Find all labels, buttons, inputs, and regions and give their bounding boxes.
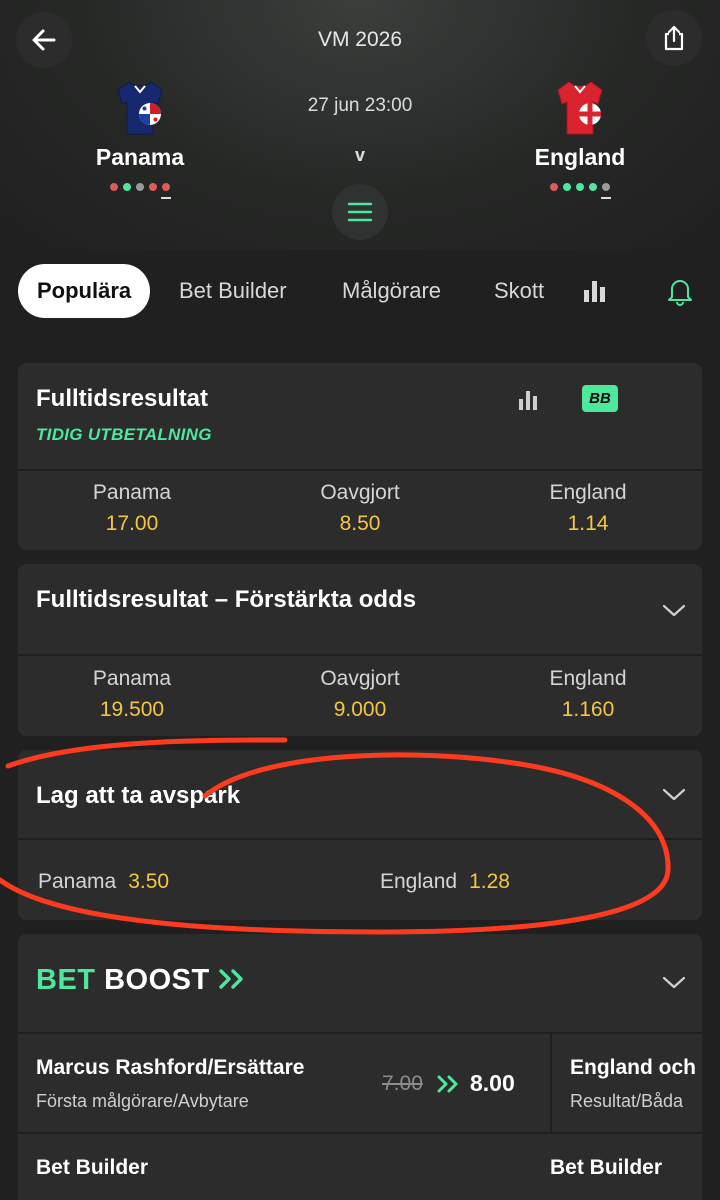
market-tabs: Populära Bet Builder Målgörare Skott — [0, 264, 720, 318]
odds-button-away[interactable]: England 1.160 — [474, 667, 702, 722]
odds-button-draw[interactable]: Oavgjort 9.000 — [246, 667, 474, 722]
divider — [18, 838, 702, 840]
boost-offer-name: England och — [570, 1056, 696, 1079]
outcome-label: Panama — [38, 870, 117, 893]
outcome-label: Oavgjort — [320, 667, 400, 690]
bet-boost-title-bet: BET — [36, 964, 96, 996]
boost-offer-subtitle: Resultat/Båda — [570, 1091, 684, 1111]
divider — [18, 654, 702, 656]
form-dot — [123, 183, 131, 191]
home-team-name: Panama — [95, 144, 185, 170]
boost-offer-name: Marcus Rashford/Ersättare — [36, 1056, 305, 1079]
bet-builder-badge: BB — [582, 385, 618, 412]
odds-button-home[interactable]: Panama 3.50 — [38, 870, 169, 894]
bet-boost-card: BET BOOST Marcus Rashford/Ersättare Förs… — [18, 934, 702, 1200]
form-dot — [576, 183, 584, 191]
form-dot — [161, 183, 171, 199]
early-payout-label: TIDIG UTBETALNING — [36, 425, 212, 444]
odds-button-away[interactable]: England 1.28 — [380, 870, 510, 894]
tab-shots[interactable]: Skott — [494, 264, 544, 318]
tab-goalscorers[interactable]: Målgörare — [342, 264, 441, 318]
bet-boost-title-boost: BOOST — [104, 964, 210, 996]
chevron-down-icon[interactable] — [660, 784, 688, 804]
bet-builder-label: Bet Builder — [36, 1156, 149, 1179]
bell-icon — [668, 280, 692, 306]
divider — [18, 469, 702, 471]
competition-title: VM 2026 — [317, 28, 403, 51]
bet-builder-label: Bet Builder — [550, 1156, 663, 1179]
boost-offer-subtitle: Första målgörare/Avbytare — [36, 1091, 249, 1111]
divider — [550, 1034, 552, 1132]
form-dot — [589, 183, 597, 191]
odds-button-home[interactable]: Panama 19.500 — [18, 667, 246, 722]
outcome-odds: 17.00 — [105, 512, 159, 535]
home-form — [40, 183, 240, 199]
form-dot — [149, 183, 157, 191]
outcome-label: England — [549, 667, 627, 690]
share-button[interactable] — [646, 10, 702, 66]
market-title: Fulltidsresultat — [36, 385, 209, 412]
form-dot — [110, 183, 118, 191]
bet-boost-title: BET BOOST — [36, 964, 248, 997]
form-dot — [136, 183, 144, 191]
outcome-odds: 1.28 — [469, 870, 510, 893]
market-card-kickoff: Lag att ta avspark Panama 3.50 England 1… — [18, 750, 702, 920]
away-form — [480, 183, 680, 199]
away-team[interactable]: England — [480, 78, 680, 199]
market-card-fulltime: Fulltidsresultat TIDIG UTBETALNING BB Pa… — [18, 363, 702, 550]
outcome-odds: 1.14 — [567, 512, 609, 535]
tab-bet-builder[interactable]: Bet Builder — [179, 264, 287, 318]
away-team-name: England — [534, 144, 626, 170]
market-card-boosted-odds: Fulltidsresultat – Förstärkta odds Panam… — [18, 564, 702, 736]
outcome-odds: 8.50 — [339, 512, 381, 535]
market-title: Fulltidsresultat – Förstärkta odds — [36, 586, 417, 613]
outcome-label: Oavgjort — [320, 481, 400, 504]
odds-button-draw[interactable]: Oavgjort 8.50 — [246, 481, 474, 536]
home-team[interactable]: Panama — [40, 78, 240, 199]
double-chevron-icon — [437, 1075, 458, 1093]
boosted-odds: 8.00 — [470, 1070, 515, 1096]
outcome-odds: 19.500 — [99, 698, 165, 721]
panama-shirt-icon — [117, 81, 163, 135]
form-dot — [563, 183, 571, 191]
outcome-label: England — [549, 481, 627, 504]
market-stats-icon[interactable] — [518, 389, 540, 411]
market-title: Lag att ta avspark — [36, 782, 241, 809]
stats-icon — [584, 281, 605, 302]
menu-icon — [347, 202, 373, 222]
old-odds: 7.00 — [382, 1072, 423, 1095]
odds-button-away[interactable]: England 1.14 — [474, 481, 702, 536]
odds-button-home[interactable]: Panama 17.00 — [18, 481, 246, 536]
outcome-label: Panama — [92, 481, 172, 504]
notifications-button[interactable] — [666, 264, 694, 318]
tab-popular[interactable]: Populära — [18, 264, 151, 318]
chevron-down-icon[interactable] — [660, 972, 688, 992]
chevron-down-icon[interactable] — [660, 600, 688, 620]
divider — [18, 1132, 702, 1134]
form-dot — [601, 183, 611, 199]
outcome-label: England — [380, 870, 458, 893]
outcome-label: Panama — [92, 667, 172, 690]
outcome-odds: 1.160 — [561, 698, 615, 721]
share-icon — [664, 25, 684, 51]
tab-stats[interactable] — [582, 264, 608, 318]
outcome-odds: 3.50 — [128, 870, 170, 893]
divider — [18, 1032, 702, 1034]
outcome-odds: 9.000 — [333, 698, 387, 721]
double-chevron-icon — [219, 969, 243, 989]
england-shirt-icon — [557, 81, 603, 135]
form-dot — [550, 183, 558, 191]
stats-menu-button[interactable] — [332, 184, 388, 240]
